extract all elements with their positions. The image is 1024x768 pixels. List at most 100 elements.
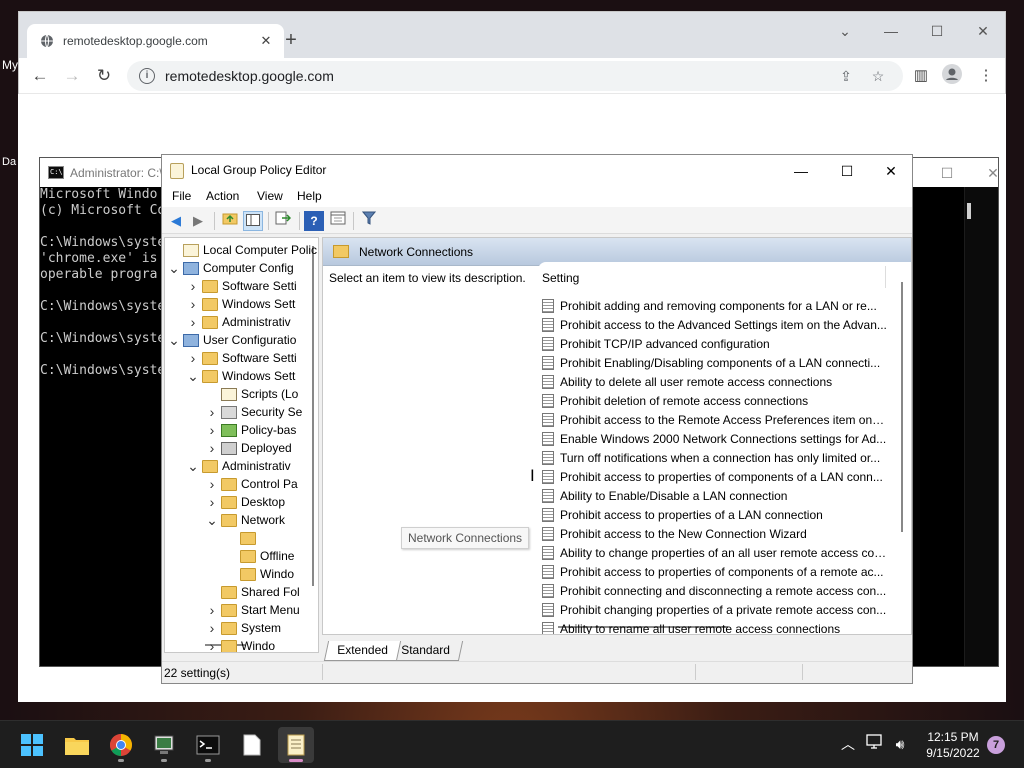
chevron-right-icon[interactable]: › — [203, 476, 221, 492]
setting-row[interactable]: Prohibit access to properties of compone… — [542, 467, 887, 486]
tree-node[interactable]: Scripts (Lo — [203, 385, 298, 403]
tree-node[interactable]: › Security Se — [203, 403, 303, 421]
tab-extended[interactable]: Extended — [323, 641, 401, 661]
menu-action[interactable]: Action — [206, 189, 239, 203]
help-icon[interactable]: ? — [304, 211, 324, 231]
setting-row[interactable]: Prohibit adding and removing components … — [542, 296, 887, 315]
gpedit-taskbar[interactable] — [146, 727, 182, 763]
menu-kebab-icon[interactable]: ⋮ — [974, 64, 998, 88]
setting-row[interactable]: Ability to change properties of an all u… — [542, 543, 887, 562]
notification-badge[interactable]: 7 — [987, 736, 1005, 754]
chevron-right-icon[interactable]: › — [184, 278, 202, 294]
up-folder-icon[interactable] — [220, 211, 240, 231]
tree-node[interactable]: › Software Setti — [184, 277, 297, 295]
chevron-down-icon[interactable]: ⌄ — [165, 260, 183, 277]
tree-node[interactable]: › Windows Sett — [184, 295, 296, 313]
close-button[interactable]: ✕ — [960, 18, 1006, 44]
policy-editor-taskbar[interactable] — [278, 727, 314, 763]
setting-row[interactable]: Prohibit access to the Advanced Settings… — [542, 315, 887, 334]
volume-icon[interactable]: 🔊︎ — [890, 734, 910, 754]
column-header-setting[interactable]: Setting — [542, 271, 579, 285]
close-tab-icon[interactable]: ✕ — [258, 33, 274, 49]
side-panel-icon[interactable]: ▥ — [909, 64, 933, 88]
setting-row[interactable]: Ability to Enable/Disable a LAN connecti… — [542, 486, 887, 505]
reload-button[interactable]: ↻ — [91, 63, 117, 89]
setting-row[interactable]: Prohibit TCP/IP advanced configuration — [542, 334, 887, 353]
maximize-button[interactable]: ☐ — [824, 158, 870, 184]
setting-row[interactable]: Prohibit access to properties of a LAN c… — [542, 505, 887, 524]
chevron-right-icon[interactable]: › — [203, 404, 221, 420]
setting-row[interactable]: Prohibit access to the New Connection Wi… — [542, 524, 887, 543]
tree-node[interactable]: ⌄ Computer Config — [165, 259, 294, 277]
network-icon[interactable] — [865, 734, 885, 754]
clock[interactable]: 12:15 PM 9/15/2022 — [918, 729, 988, 761]
chrome-taskbar[interactable] — [103, 727, 139, 763]
setting-row[interactable]: Enable Windows 2000 Network Connections … — [542, 429, 887, 448]
tree-node[interactable]: ⌄ Administrativ — [184, 457, 291, 475]
tree-node[interactable]: ⌄ Network — [203, 511, 285, 529]
tree-node[interactable]: Shared Fol — [203, 583, 300, 601]
tree-node[interactable]: › Control Pa — [203, 475, 298, 493]
tree-node[interactable]: › Start Menu — [203, 601, 300, 619]
tree-node[interactable]: ⌄ Windows Sett — [184, 367, 295, 385]
export-list-icon[interactable] — [273, 211, 293, 231]
setting-row[interactable]: Prohibit deletion of remote access conne… — [542, 391, 887, 410]
tree-node[interactable]: › Policy-bas — [203, 421, 297, 439]
desktop-icon-label[interactable]: Da — [2, 156, 16, 168]
share-icon[interactable]: ⇪ — [835, 65, 857, 87]
menu-view[interactable]: View — [257, 189, 283, 203]
bookmark-star-icon[interactable]: ☆ — [867, 65, 889, 87]
desktop-icon-label[interactable]: My — [2, 58, 18, 72]
properties-icon[interactable] — [328, 211, 348, 231]
chevron-right-icon[interactable]: › — [203, 494, 221, 510]
tree-node[interactable]: Windo — [222, 565, 294, 583]
terminal-taskbar[interactable] — [190, 727, 226, 763]
profile-avatar-icon[interactable] — [940, 64, 964, 88]
tree-node[interactable]: › Administrativ — [184, 313, 291, 331]
tree-node[interactable]: Local Computer Polic — [165, 241, 317, 259]
tree-node[interactable]: Offline — [222, 547, 294, 565]
forward-arrow-icon[interactable]: ▶ — [188, 211, 208, 231]
start-button[interactable] — [14, 727, 50, 763]
chevron-right-icon[interactable]: › — [203, 422, 221, 438]
setting-row[interactable]: Ability to rename all user remote access… — [542, 619, 887, 634]
maximize-button[interactable]: ☐ — [924, 160, 970, 186]
tree-node[interactable]: › Deployed — [203, 439, 292, 457]
notepad-taskbar[interactable] — [234, 727, 270, 763]
menu-help[interactable]: Help — [297, 189, 322, 203]
chevron-down-icon[interactable]: ⌄ — [203, 512, 221, 529]
chevron-down-icon[interactable]: ⌄ — [184, 458, 202, 475]
policy-tree[interactable]: Local Computer Polic ⌄ Computer Config › Sof… — [164, 237, 319, 653]
address-bar[interactable]: i remotedesktop.google.com ⇪ ☆ — [127, 61, 903, 91]
tree-node[interactable]: › System — [203, 619, 281, 637]
setting-row[interactable]: Prohibit access to properties of compone… — [542, 562, 887, 581]
chevron-right-icon[interactable]: › — [184, 314, 202, 330]
console-output[interactable]: Microsoft Windo (c) Microsoft Co C:\Window… — [40, 187, 164, 666]
setting-row[interactable]: Prohibit access to the Remote Access Pre… — [542, 410, 887, 429]
setting-row[interactable]: Ability to delete all user remote access… — [542, 372, 887, 391]
gpe-titlebar[interactable]: Local Group Policy Editor — ☐ ✕ — [162, 155, 912, 186]
chevron-right-icon[interactable]: › — [203, 620, 221, 636]
setting-row[interactable]: Prohibit Enabling/Disabling components o… — [542, 353, 887, 372]
chevron-down-icon[interactable]: ⌄ — [165, 332, 183, 349]
close-button[interactable]: ✕ — [868, 158, 914, 184]
setting-row[interactable]: Prohibit changing properties of a privat… — [542, 600, 887, 619]
tree-node[interactable]: › Software Setti — [184, 349, 297, 367]
chevron-right-icon[interactable]: › — [203, 638, 221, 652]
menu-file[interactable]: File — [172, 189, 191, 203]
new-tab-button[interactable]: + — [279, 29, 303, 53]
minimize-button[interactable]: — — [868, 18, 914, 44]
close-button[interactable]: ✕ — [970, 160, 1016, 186]
chevron-right-icon[interactable]: › — [203, 602, 221, 618]
setting-row[interactable]: Prohibit connecting and disconnecting a … — [542, 581, 887, 600]
chevron-right-icon[interactable]: › — [184, 296, 202, 312]
tree-node[interactable]: › Desktop — [203, 493, 285, 511]
tree-node[interactable]: › Windo — [203, 637, 275, 652]
back-arrow-icon[interactable]: ◀ — [166, 211, 186, 231]
show-hide-tree-icon[interactable] — [243, 211, 263, 231]
filter-icon[interactable] — [359, 211, 379, 231]
setting-row[interactable]: Turn off notifications when a connection… — [542, 448, 887, 467]
browser-tab[interactable]: remotedesktop.google.com ✕ — [27, 24, 284, 58]
show-hidden-icons-chevron-icon[interactable]: ︿ — [838, 734, 858, 754]
tree-node[interactable]: ⌄ User Configuratio — [165, 331, 296, 349]
